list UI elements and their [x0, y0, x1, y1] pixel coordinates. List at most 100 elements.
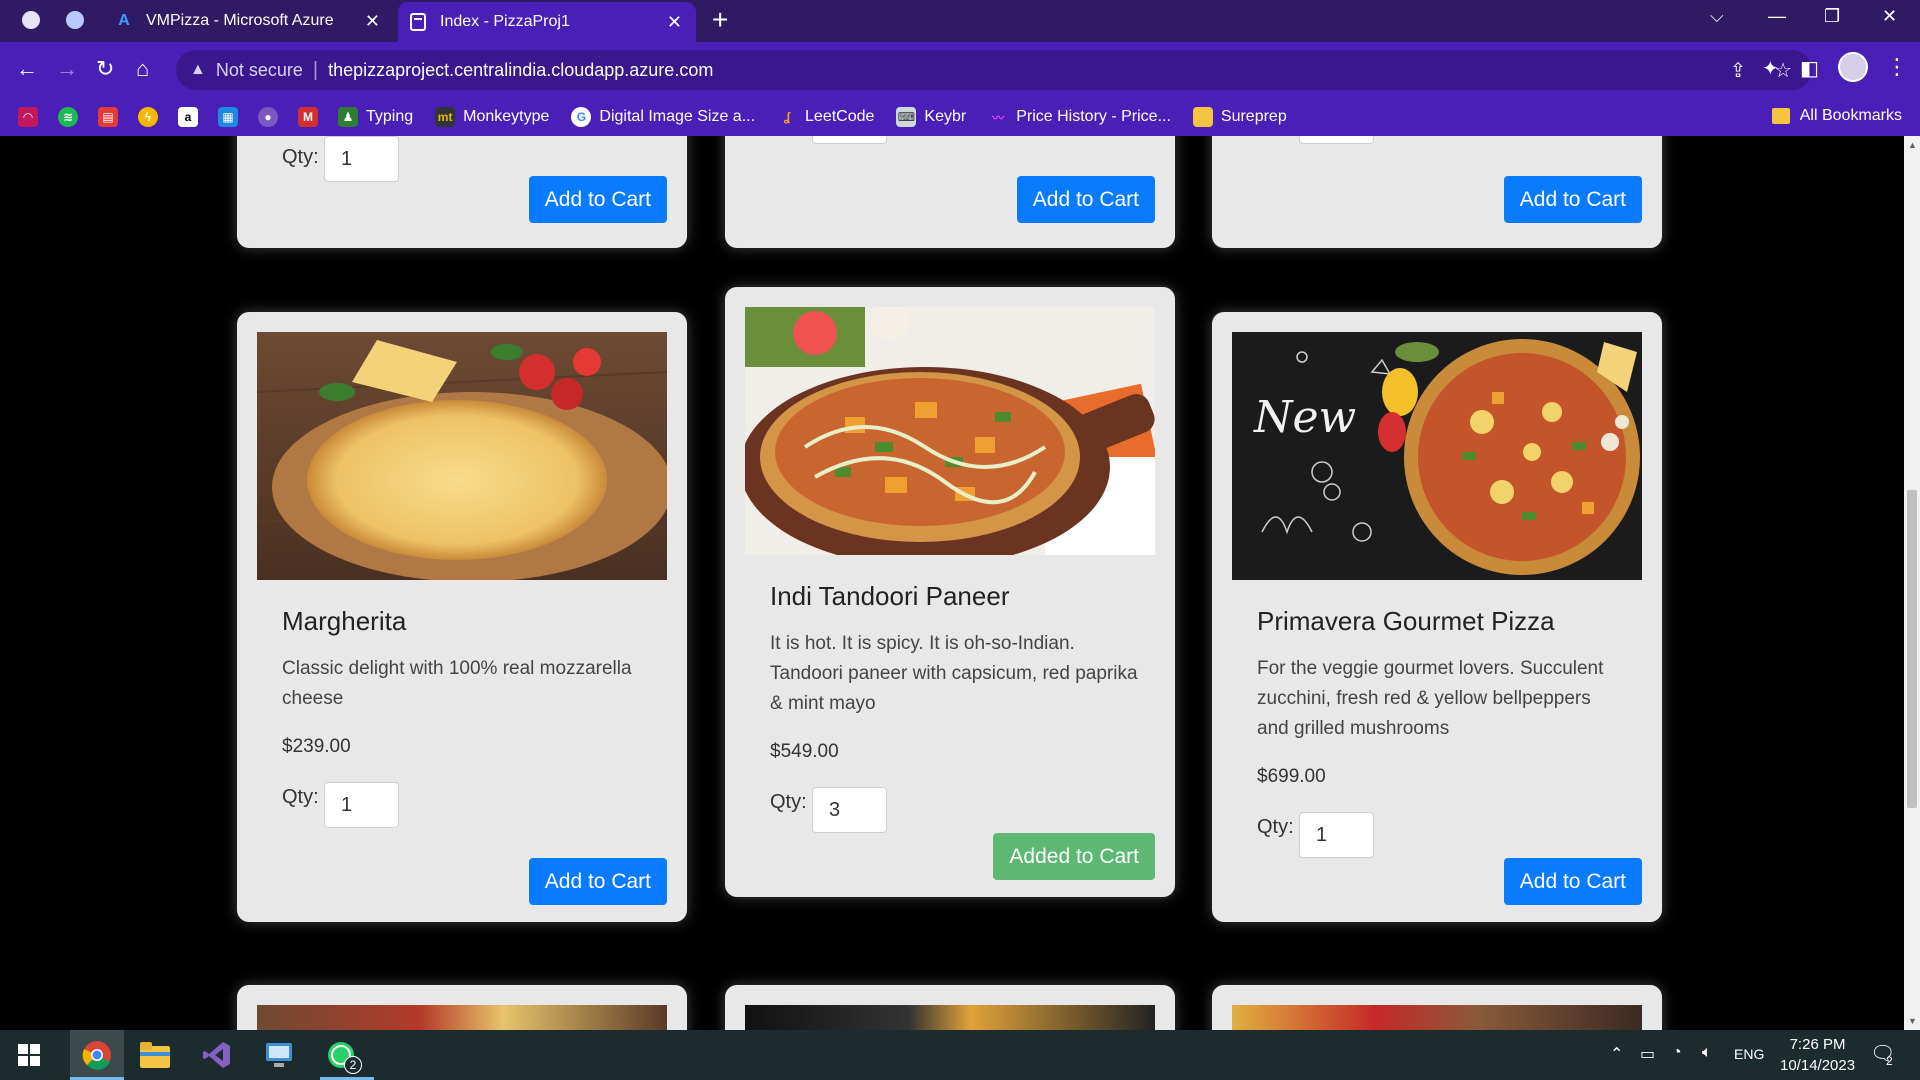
close-tab-icon[interactable]: ✕: [667, 12, 682, 33]
bookmark-leetcode[interactable]: ʆ LeetCode: [777, 107, 875, 127]
folder-icon: [1192, 107, 1213, 127]
volume-icon[interactable]: 🔈︎: [1702, 1044, 1712, 1062]
profile-dot-icon[interactable]: [22, 11, 40, 29]
qty-input[interactable]: [1299, 812, 1374, 858]
product-name: Indi Tandoori Paneer: [770, 581, 1010, 611]
add-to-cart-button[interactable]: Add to Cart: [528, 176, 667, 223]
browser-toolbar: ← → ↻ ⌂ ▲ Not secure | thepizzaproject.c…: [0, 42, 1920, 98]
chrome-icon[interactable]: [80, 1038, 114, 1072]
product-image: [257, 332, 667, 580]
qty-label: Qty:: [770, 791, 807, 813]
bookmark-label: LeetCode: [805, 108, 875, 125]
bookmark-typing[interactable]: ♟ Typing: [338, 107, 413, 127]
address-bar[interactable]: ▲ Not secure | thepizzaproject.centralin…: [176, 50, 1812, 90]
bookmark-digital-image-size[interactable]: G Digital Image Size a...: [571, 107, 755, 127]
close-window-icon[interactable]: ✕: [1882, 6, 1897, 27]
product-image: New: [1232, 332, 1642, 580]
bookmark-keybr[interactable]: ⌨ Keybr: [896, 107, 966, 127]
product-name: Margherita: [282, 606, 407, 636]
add-to-cart-button[interactable]: Add to Cart: [1503, 858, 1642, 905]
product-image: [257, 1005, 667, 1030]
system-clock[interactable]: 7:26 PM 10/14/2023: [1780, 1034, 1855, 1076]
bookmark-label: Digital Image Size a...: [599, 108, 756, 125]
bookmark-favicon-icon[interactable]: ▤: [98, 107, 118, 127]
scrollbar-thumb[interactable]: [1907, 490, 1917, 808]
notification-count: 2: [1886, 1054, 1893, 1068]
restore-icon[interactable]: ❐: [1824, 6, 1840, 27]
remote-desktop-icon[interactable]: [262, 1038, 296, 1072]
add-to-cart-button[interactable]: Add to Cart: [1016, 176, 1155, 223]
typing-icon: ♟: [338, 107, 358, 127]
all-bookmarks-label: All Bookmarks: [1799, 107, 1902, 124]
gmail-icon[interactable]: M: [298, 107, 318, 127]
product-name: Primavera Gourmet Pizza: [1257, 606, 1555, 636]
security-label[interactable]: Not secure: [216, 60, 303, 81]
product-description: Classic delight with 100% real mozzarell…: [282, 658, 632, 709]
back-icon[interactable]: ←: [16, 56, 38, 82]
menu-icon[interactable]: ⋮: [1886, 54, 1908, 80]
scroll-up-icon[interactable]: ▲: [1908, 140, 1917, 150]
qty-input[interactable]: [324, 136, 399, 182]
add-to-cart-button[interactable]: Add to Cart: [528, 858, 667, 905]
windows-start-icon[interactable]: [12, 1038, 46, 1072]
scroll-down-icon[interactable]: ▼: [1908, 1016, 1917, 1026]
tab-index-pizzaproj1[interactable]: Index - PizzaProj1 ✕: [398, 2, 696, 42]
language-indicator[interactable]: ENG: [1734, 1046, 1764, 1062]
google-icon: G: [571, 107, 592, 127]
qty-input[interactable]: [812, 136, 887, 144]
url-text[interactable]: thepizzaproject.centralindia.cloudapp.az…: [328, 60, 713, 81]
product-card-margherita: Margherita Classic delight with 100% rea…: [237, 312, 687, 922]
clock-time: 7:26 PM: [1789, 1036, 1846, 1053]
keybr-icon: ⌨: [896, 107, 917, 127]
tab-list-icon[interactable]: ⌵: [1710, 6, 1724, 27]
bookmark-favicon-icon[interactable]: ◠: [18, 107, 38, 127]
close-tab-icon[interactable]: ✕: [365, 11, 380, 32]
battery-icon[interactable]: ▭: [1640, 1044, 1655, 1064]
reload-icon[interactable]: ↻: [96, 56, 114, 82]
side-panel-icon[interactable]: ◧: [1800, 56, 1819, 81]
windows-taskbar: 2 ⌃ ▭ ◔ 🔈︎ ENG 7:26 PM 10/14/2023 🗨︎ 2: [0, 1030, 1920, 1080]
product-price: $699.00: [1257, 766, 1326, 787]
add-to-cart-button[interactable]: Add to Cart: [1503, 176, 1642, 223]
tab-vmpizza-azure[interactable]: A VMPizza - Microsoft Azure ✕: [104, 0, 394, 42]
bookmark-price-history[interactable]: 〰 Price History - Price...: [988, 107, 1171, 127]
qty-input[interactable]: [1299, 136, 1374, 144]
bookmark-favicon-icon[interactable]: ●: [258, 107, 278, 127]
bookmark-label: Sureprep: [1220, 108, 1287, 125]
bookmark-monkeytype[interactable]: mt Monkeytype: [435, 107, 549, 127]
product-price: $549.00: [770, 741, 839, 762]
page-scrollbar[interactable]: ▲ ▼: [1904, 136, 1920, 1030]
product-description: For the veggie gourmet lovers. Succulent…: [1257, 658, 1604, 739]
wifi-icon[interactable]: ◔: [1672, 1044, 1682, 1062]
extensions-icon[interactable]: ✦: [1762, 56, 1779, 81]
forward-icon[interactable]: →: [56, 56, 78, 82]
product-description: It is hot. It is spicy. It is oh-so-Indi…: [770, 633, 1138, 714]
bookmark-label: Typing: [366, 108, 414, 125]
product-card: Add to Cart: [725, 136, 1175, 248]
visual-studio-icon[interactable]: [200, 1038, 234, 1072]
product-image-text: New: [1253, 392, 1356, 443]
bookmark-sureprep[interactable]: Sureprep: [1192, 107, 1287, 127]
home-icon[interactable]: ⌂: [136, 56, 149, 82]
all-bookmarks[interactable]: All Bookmarks: [1771, 107, 1902, 125]
share-icon[interactable]: ⇪: [1730, 60, 1747, 82]
profile-avatar[interactable]: [1838, 52, 1868, 82]
azure-icon: A: [118, 12, 130, 29]
qty-input[interactable]: [324, 782, 399, 828]
show-hidden-icons[interactable]: ⌃: [1610, 1044, 1623, 1064]
product-image: [1232, 1005, 1642, 1030]
calendar-icon[interactable]: ▦: [218, 107, 238, 127]
warning-icon[interactable]: ▲: [190, 61, 206, 79]
tab-strip: A VMPizza - Microsoft Azure ✕ Index - Pi…: [0, 0, 1920, 42]
product-card-primavera-gourmet-pizza: New Primavera Gourmet Pizza For the vegg…: [1212, 312, 1662, 922]
added-to-cart-button[interactable]: Added to Cart: [993, 833, 1155, 880]
spotify-icon[interactable]: ≋: [58, 107, 78, 127]
amazon-icon[interactable]: a: [178, 107, 198, 127]
qty-input[interactable]: [812, 787, 887, 833]
tab-search-icon[interactable]: [66, 11, 84, 29]
bookmark-favicon-icon[interactable]: ϟ: [138, 107, 158, 127]
file-explorer-icon[interactable]: [138, 1038, 172, 1072]
tab-title: VMPizza - Microsoft Azure: [146, 12, 334, 29]
new-tab-icon[interactable]: +: [712, 6, 728, 34]
minimize-icon[interactable]: —: [1768, 6, 1786, 27]
